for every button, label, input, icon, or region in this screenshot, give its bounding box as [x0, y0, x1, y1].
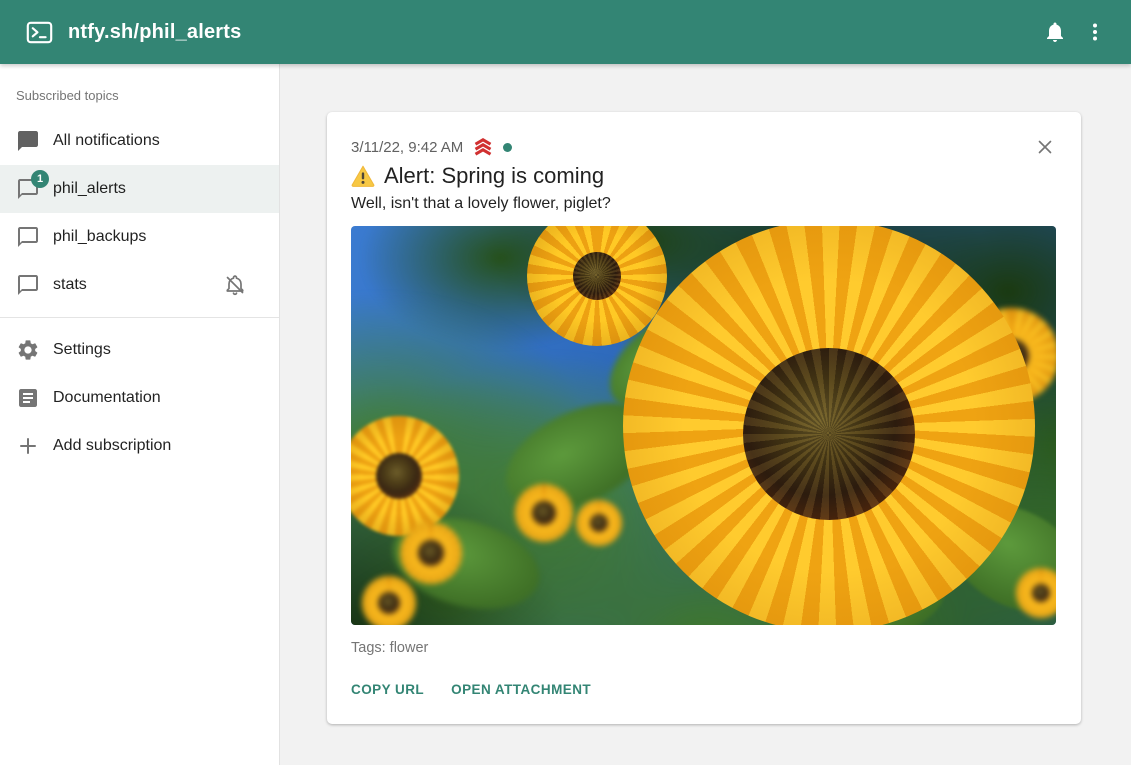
ntfy-app: ntfy.sh/phil_alerts Subscribed topics Al…	[0, 0, 1131, 765]
sidebar-item-stats[interactable]: stats	[0, 261, 279, 309]
photo-sunflower-main	[623, 226, 1035, 625]
notification-meta: 3/11/22, 9:42 AM	[351, 138, 1057, 156]
photo-sunflower-blurred	[576, 500, 622, 546]
sidebar-item-add-subscription[interactable]: Add subscription	[0, 422, 279, 470]
overflow-menu-button[interactable]	[1075, 12, 1115, 52]
photo-sunflower-blurred	[515, 484, 573, 542]
sidebar-item-settings[interactable]: Settings	[0, 326, 279, 374]
main-content: 3/11/22, 9:42 AM Alert: Spring is coming…	[281, 64, 1131, 765]
unread-count-badge: 1	[31, 170, 49, 188]
chat-bubble-filled-icon	[16, 129, 40, 153]
sidebar-item-label: Add subscription	[53, 437, 263, 455]
sidebar-item-label: Documentation	[53, 389, 263, 407]
close-notification-button[interactable]	[1033, 136, 1057, 160]
chat-bubble-outline-icon	[16, 273, 40, 297]
sidebar-item-all-notifications[interactable]: All notifications	[0, 117, 279, 165]
attachment-image[interactable]	[351, 226, 1056, 625]
chat-bubble-outline-icon	[16, 225, 40, 249]
plus-icon	[16, 434, 40, 458]
document-icon	[16, 386, 40, 410]
warning-icon	[351, 165, 375, 187]
page-title: ntfy.sh/phil_alerts	[68, 21, 241, 44]
sidebar-item-label: All notifications	[53, 132, 263, 150]
timestamp: 3/11/22, 9:42 AM	[351, 139, 463, 156]
sidebar-item-label: phil_alerts	[53, 180, 263, 198]
sidebar-item-label: stats	[53, 276, 223, 294]
kebab-menu-icon	[1083, 20, 1107, 44]
notifications-muted-icon	[223, 273, 247, 297]
terminal-logo-icon	[26, 19, 53, 46]
subscribed-topics-label: Subscribed topics	[0, 82, 279, 117]
bell-icon	[1043, 20, 1067, 44]
copy-url-button[interactable]: COPY URL	[351, 677, 424, 702]
notification-card: 3/11/22, 9:42 AM Alert: Spring is coming…	[327, 112, 1081, 724]
close-icon	[1034, 136, 1056, 158]
chat-bubble-outline-icon: 1	[16, 177, 40, 201]
sidebar-item-label: phil_backups	[53, 228, 263, 246]
sidebar: Subscribed topics All notifications 1 ph…	[0, 64, 280, 765]
app-header: ntfy.sh/phil_alerts	[0, 0, 1131, 64]
notification-body: Well, isn't that a lovely flower, piglet…	[351, 195, 1057, 213]
unread-indicator-dot	[503, 143, 512, 152]
sidebar-item-phil-alerts[interactable]: 1 phil_alerts	[0, 165, 279, 213]
tags-label: Tags: flower	[351, 640, 1057, 656]
sidebar-divider	[0, 317, 279, 318]
photo-sunflower-blurred	[400, 522, 462, 584]
notification-title-row: Alert: Spring is coming	[351, 163, 1057, 189]
photo-sunflower-blurred	[362, 576, 416, 625]
notifications-bell-button[interactable]	[1035, 12, 1075, 52]
notification-title: Alert: Spring is coming	[384, 163, 604, 189]
priority-max-icon	[473, 138, 493, 156]
sidebar-item-phil-backups[interactable]: phil_backups	[0, 213, 279, 261]
sidebar-item-documentation[interactable]: Documentation	[0, 374, 279, 422]
sidebar-item-label: Settings	[53, 341, 263, 359]
card-actions: COPY URL OPEN ATTACHMENT	[351, 677, 1057, 702]
gear-icon	[16, 338, 40, 362]
open-attachment-button[interactable]: OPEN ATTACHMENT	[451, 677, 591, 702]
